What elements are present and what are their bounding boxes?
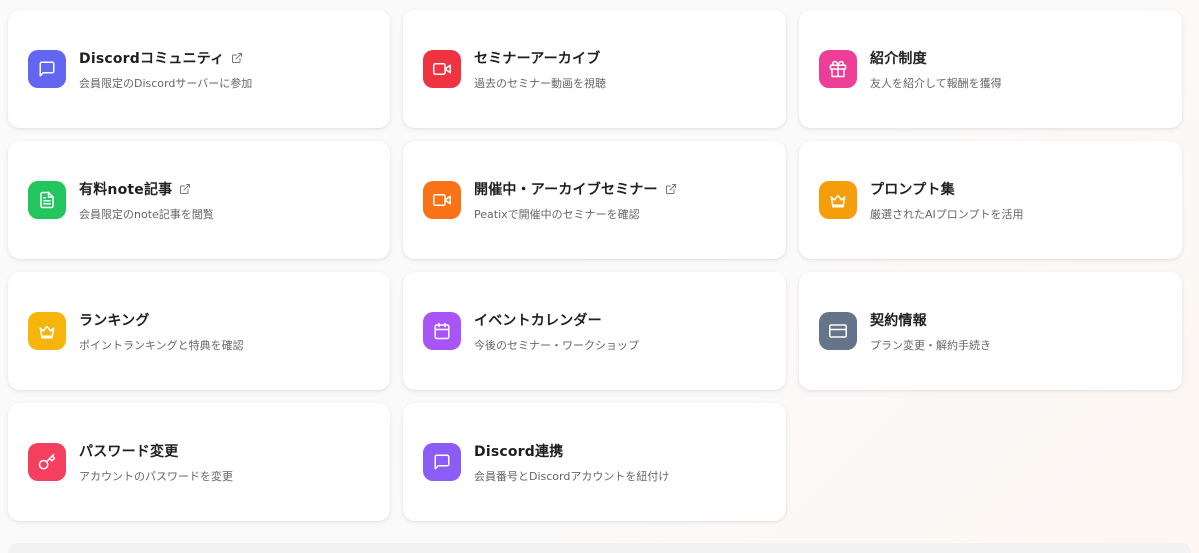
video-icon	[423, 50, 461, 88]
external-link-icon	[231, 52, 243, 64]
card-change-password[interactable]: パスワード変更 アカウントのパスワードを変更	[8, 403, 390, 521]
credit-card-icon	[819, 312, 857, 350]
crown-icon	[819, 181, 857, 219]
card-title: 開催中・アーカイブセミナー	[474, 181, 658, 198]
video-icon	[423, 181, 461, 219]
card-description: 会員番号とDiscordアカウントを紐付け	[474, 469, 670, 483]
card-description: 会員限定のnote記事を閲覧	[79, 207, 214, 221]
card-ranking[interactable]: ランキング ポイントランキングと特典を確認	[8, 272, 390, 390]
external-link-icon	[179, 183, 191, 195]
card-title: 紹介制度	[870, 50, 927, 67]
card-live-seminars[interactable]: 開催中・アーカイブセミナー Peatixで開催中のセミナーを確認	[403, 141, 786, 259]
card-description: 会員限定のDiscordサーバーに参加	[79, 76, 253, 90]
card-description: Peatixで開催中のセミナーを確認	[474, 207, 640, 221]
card-seminar-archive[interactable]: セミナーアーカイブ 過去のセミナー動画を視聴	[403, 10, 786, 128]
card-title: ランキング	[79, 312, 150, 329]
gift-icon	[819, 50, 857, 88]
card-prompt-collection[interactable]: プロンプト集 厳選されたAIプロンプトを活用	[799, 141, 1182, 259]
card-paid-note[interactable]: 有料note記事 会員限定のnote記事を閲覧	[8, 141, 390, 259]
card-title: Discord連携	[474, 443, 564, 460]
card-title: Discordコミュニティ	[79, 50, 225, 67]
card-event-calendar[interactable]: イベントカレンダー 今後のセミナー・ワークショップ	[403, 272, 786, 390]
card-description: 友人を紹介して報酬を獲得	[870, 76, 1002, 90]
card-description: プラン変更・解約手続き	[870, 338, 991, 352]
external-link-icon	[665, 183, 677, 195]
card-description: 今後のセミナー・ワークショップ	[474, 338, 639, 352]
feature-grid: Discordコミュニティ 会員限定のDiscordサーバーに参加 セミナーアー…	[8, 10, 1182, 521]
document-icon	[28, 181, 66, 219]
card-title: プロンプト集	[870, 181, 955, 198]
card-description: アカウントのパスワードを変更	[79, 469, 233, 483]
card-title: セミナーアーカイブ	[474, 50, 601, 67]
chat-icon	[28, 50, 66, 88]
card-referral[interactable]: 紹介制度 友人を紹介して報酬を獲得	[799, 10, 1182, 128]
card-title: パスワード変更	[79, 443, 179, 460]
card-title: 有料note記事	[79, 181, 173, 198]
bottom-section-edge	[8, 543, 1191, 553]
card-discord-link[interactable]: Discord連携 会員番号とDiscordアカウントを紐付け	[403, 403, 786, 521]
key-icon	[28, 443, 66, 481]
card-title: イベントカレンダー	[474, 312, 602, 329]
card-discord-community[interactable]: Discordコミュニティ 会員限定のDiscordサーバーに参加	[8, 10, 390, 128]
calendar-icon	[423, 312, 461, 350]
card-description: ポイントランキングと特典を確認	[79, 338, 244, 352]
card-description: 厳選されたAIプロンプトを活用	[870, 207, 1024, 221]
card-description: 過去のセミナー動画を視聴	[474, 76, 606, 90]
crown-icon	[28, 312, 66, 350]
card-title: 契約情報	[870, 312, 927, 329]
chat-icon	[423, 443, 461, 481]
card-contract-info[interactable]: 契約情報 プラン変更・解約手続き	[799, 272, 1182, 390]
